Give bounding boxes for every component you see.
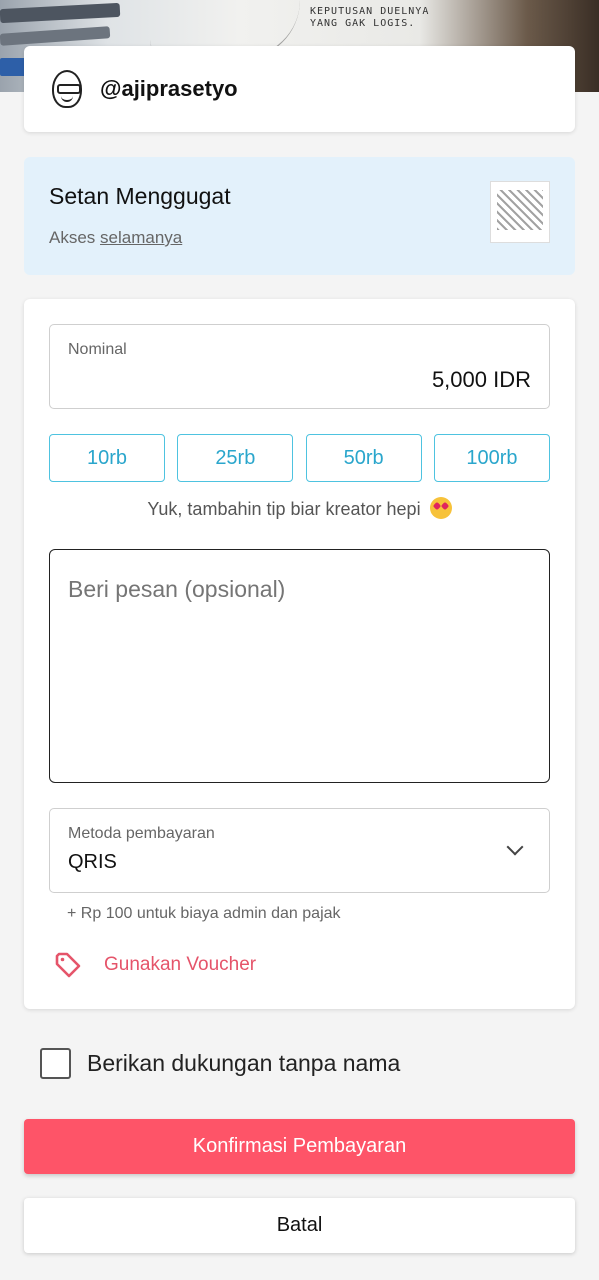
voucher-label: Gunakan Voucher [104, 954, 257, 975]
tag-icon [54, 951, 82, 979]
tip-hint: Yuk, tambahin tip biar kreator hepi [24, 497, 575, 520]
banner-note-line: KEPUTUSAN DUELNYA [310, 6, 430, 17]
cancel-button[interactable]: Batal [24, 1198, 575, 1253]
creator-username: @ajiprasetyo [100, 76, 238, 101]
tip-chip-50rb[interactable]: 50rb [305, 434, 422, 482]
payment-form: Nominal 5,000 IDR 10rb 25rb 50rb 100rb Y… [24, 299, 575, 1009]
voucher-link[interactable]: Gunakan Voucher [54, 951, 256, 979]
tip-chip-100rb[interactable]: 100rb [433, 434, 550, 482]
tip-chips: 10rb 25rb 50rb 100rb [49, 434, 550, 482]
heart-eyes-emoji-icon [429, 497, 452, 519]
anonymous-checkbox[interactable] [40, 1048, 71, 1079]
confirm-payment-button[interactable]: Konfirmasi Pembayaran [24, 1119, 575, 1174]
product-access: Akses selamanya [49, 228, 550, 248]
anonymous-support-option[interactable]: Berikan dukungan tanpa nama [40, 1048, 400, 1079]
banner-note: KEPUTUSAN DUELNYA YANG GAK LOGIS. [310, 6, 429, 30]
anonymous-label: Berikan dukungan tanpa nama [87, 1050, 401, 1076]
nominal-value[interactable]: 5,000 IDR [432, 367, 531, 393]
nominal-label: Nominal [68, 341, 127, 358]
tip-hint-text: Yuk, tambahin tip biar kreator hepi [147, 499, 421, 519]
payment-method-select[interactable]: Metoda pembayaran QRIS [49, 808, 550, 893]
access-duration-link[interactable]: selamanya [100, 228, 182, 247]
payment-method-value: QRIS [68, 851, 117, 873]
message-input[interactable] [49, 549, 550, 783]
creator-card[interactable]: @ajiprasetyo [24, 46, 575, 132]
creator-avatar [52, 70, 82, 108]
fee-note: + Rp 100 untuk biaya admin dan pajak [67, 905, 341, 922]
tip-chip-10rb[interactable]: 10rb [49, 434, 165, 482]
tip-chip-25rb[interactable]: 25rb [177, 434, 294, 482]
pen-illustration [0, 58, 26, 76]
product-thumbnail [490, 181, 550, 243]
banner-note-line: YANG GAK LOGIS. [310, 18, 416, 29]
access-prefix: Akses [49, 228, 96, 247]
nominal-field[interactable]: Nominal 5,000 IDR [49, 324, 550, 409]
payment-method-label: Metoda pembayaran [68, 825, 215, 842]
product-card: Setan Menggugat Akses selamanya [24, 157, 575, 275]
product-title: Setan Menggugat [49, 183, 231, 209]
pen-illustration [0, 2, 121, 24]
pen-illustration [0, 26, 111, 46]
